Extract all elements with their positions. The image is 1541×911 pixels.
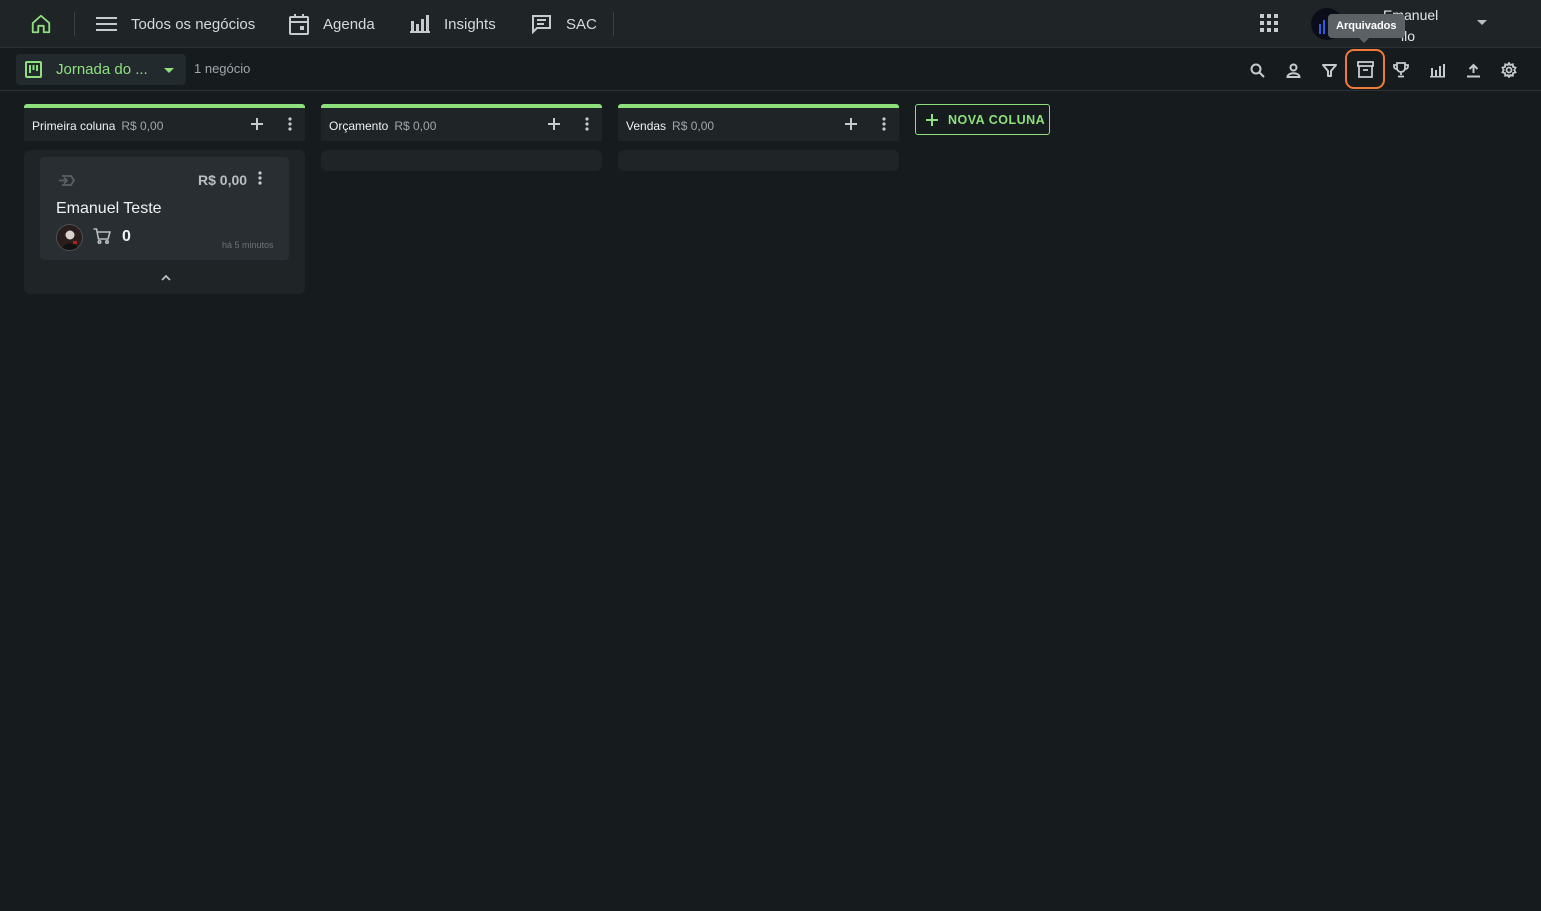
chevron-down-icon: [164, 68, 174, 73]
pipeline-label: Jornada do ...: [56, 61, 148, 78]
stats-icon: [1429, 63, 1445, 77]
goals-button[interactable]: [1388, 57, 1414, 83]
new-column-label: NOVA COLUNA: [948, 112, 1046, 127]
board-column: Vendas R$ 0,00: [618, 104, 899, 171]
nav-divider: [613, 12, 614, 36]
archived-tooltip: Arquivados: [1328, 14, 1405, 43]
new-column-button[interactable]: NOVA COLUNA: [915, 104, 1050, 135]
column-body: [321, 150, 602, 171]
upload-icon: [1466, 63, 1480, 77]
column-header: Primeira coluna R$ 0,00: [24, 104, 305, 141]
cart-icon: [93, 228, 111, 244]
archive-icon: [1356, 60, 1374, 78]
column-total: R$ 0,00: [394, 119, 437, 133]
nav-label: SAC: [566, 15, 597, 33]
pipeline-select[interactable]: Jornada do ...: [16, 54, 186, 85]
search-icon: [1250, 63, 1265, 78]
column-title-wrap: Orçamento R$ 0,00: [329, 119, 436, 133]
person-icon: [1285, 63, 1301, 78]
deal-timestamp: há 5 minutos: [222, 240, 274, 250]
plus-icon: [926, 113, 938, 126]
more-vert-icon[interactable]: [585, 117, 589, 131]
home-icon[interactable]: [28, 11, 54, 37]
column-total: R$ 0,00: [121, 119, 164, 133]
add-deal-icon[interactable]: [547, 117, 561, 131]
reports-button[interactable]: [1424, 57, 1450, 83]
column-title: Orçamento: [329, 119, 389, 133]
archived-button[interactable]: [1345, 49, 1385, 89]
board-column: Orçamento R$ 0,00: [321, 104, 602, 171]
nav-todos-negocios[interactable]: Todos os negócios: [96, 12, 255, 36]
add-deal-icon[interactable]: [844, 117, 858, 131]
add-deal-icon[interactable]: [250, 117, 264, 131]
deal-value: R$ 0,00: [198, 172, 248, 188]
more-vert-icon[interactable]: [882, 117, 886, 131]
column-body: R$ 0,00 Emanuel Teste 0 há 5 minutos: [24, 150, 305, 294]
export-button[interactable]: [1460, 57, 1486, 83]
column-title: Vendas: [626, 119, 667, 133]
product-quantity: 0: [122, 228, 131, 245]
filter-icon: [1321, 63, 1337, 77]
settings-button[interactable]: [1496, 57, 1522, 83]
nav-insights[interactable]: Insights: [410, 12, 496, 36]
filter-button[interactable]: [1316, 57, 1342, 83]
column-title-wrap: Primeira coluna R$ 0,00: [32, 119, 163, 133]
board-column: Primeira coluna R$ 0,00 R$ 0,00 Emanuel T…: [24, 104, 305, 294]
column-title-wrap: Vendas R$ 0,00: [626, 119, 714, 133]
deal-title: Emanuel Teste: [56, 200, 162, 217]
deal-card[interactable]: R$ 0,00 Emanuel Teste 0 há 5 minutos: [40, 157, 289, 260]
nav-sac[interactable]: SAC: [531, 12, 597, 36]
board-toolbar: Jornada do ... 1 negócio: [0, 48, 1541, 91]
column-body: [618, 150, 899, 171]
nav-label: Insights: [444, 15, 496, 33]
more-vert-icon[interactable]: [288, 117, 292, 131]
top-navigation: Todos os negócios Agenda Insights SAC Em…: [0, 0, 1541, 48]
trophy-icon: [1393, 62, 1409, 78]
apps-grid-icon[interactable]: [1260, 14, 1278, 32]
owner-avatar[interactable]: [56, 224, 83, 251]
transfer-icon[interactable]: [58, 174, 75, 187]
column-header: Orçamento R$ 0,00: [321, 104, 602, 141]
more-vert-icon[interactable]: [258, 171, 262, 185]
user-menu-caret-icon[interactable]: [1477, 20, 1487, 25]
chevron-up-icon[interactable]: [160, 274, 172, 282]
search-button[interactable]: [1244, 57, 1270, 83]
settings-icon: [1501, 62, 1517, 78]
column-total: R$ 0,00: [672, 119, 715, 133]
kanban-icon: [25, 61, 42, 78]
nav-agenda[interactable]: Agenda: [289, 12, 375, 36]
calendar-icon: [289, 13, 309, 35]
column-title: Primeira coluna: [32, 119, 116, 133]
nav-label: Agenda: [323, 15, 375, 33]
column-header: Vendas R$ 0,00: [618, 104, 899, 141]
bar-chart-icon: [410, 15, 430, 33]
nav-divider: [74, 12, 75, 36]
nav-label: Todos os negócios: [131, 15, 256, 33]
chat-icon: [532, 15, 551, 34]
owner-filter-button[interactable]: [1280, 57, 1306, 83]
deal-count: 1 negócio: [194, 61, 251, 76]
menu-icon: [96, 17, 117, 31]
